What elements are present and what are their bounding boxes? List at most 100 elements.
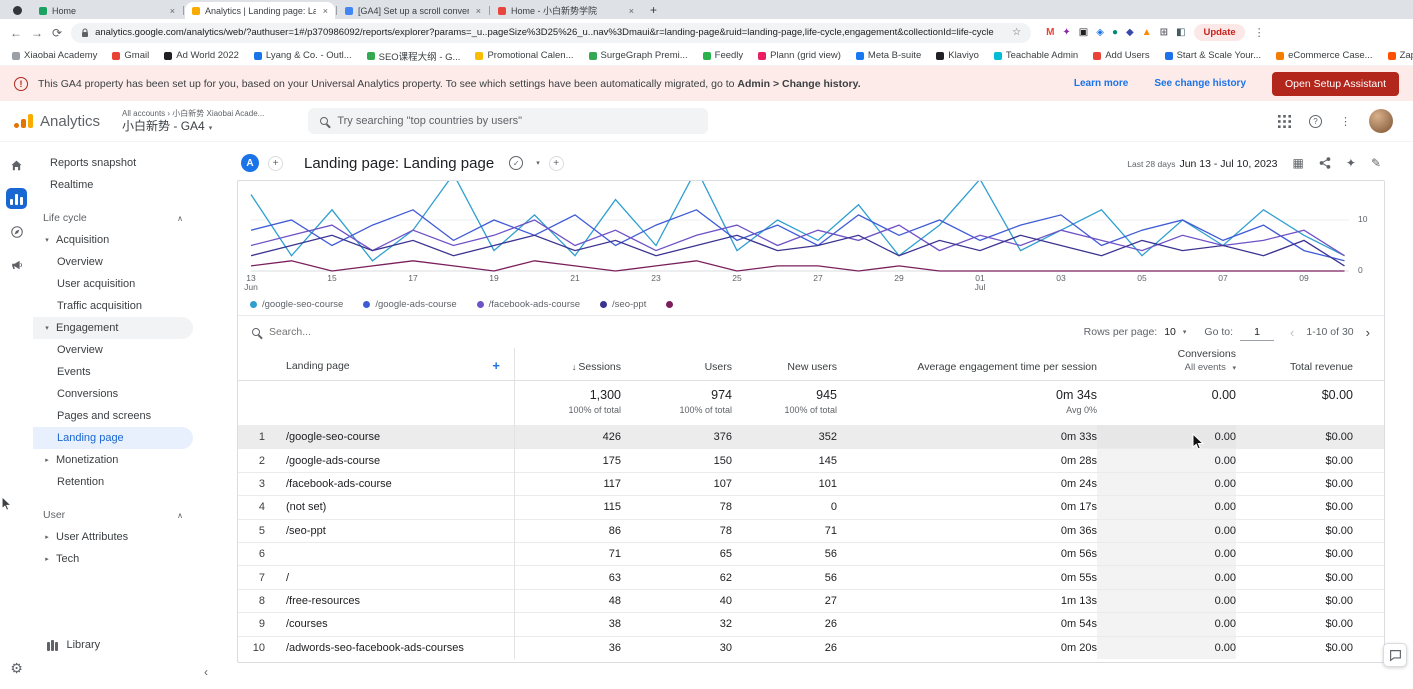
extension-icon[interactable]: ▣ [1079,28,1088,38]
column-header-sessions[interactable]: ↓Sessions [514,361,621,373]
apps-grid-icon[interactable] [1278,115,1291,128]
advertising-icon[interactable] [6,254,27,275]
sidebar-item-overview[interactable]: Overview [33,339,193,361]
browser-tab-ga4-set-up-a-scroll-conversi[interactable]: [GA4] Set up a scroll conversi× [338,2,488,19]
extension-icon[interactable]: M [1046,28,1054,38]
column-header-landing-page[interactable]: Landing page+ [278,358,514,373]
extension-icon[interactable]: ◧ [1176,28,1185,38]
column-header-users[interactable]: Users [621,361,732,373]
table-row-google-ads-course[interactable]: 2/google-ads-course1751501450m 28s0.00$0… [238,448,1384,471]
bookmark-start-scale-your[interactable]: Start & Scale Your... [1165,50,1262,61]
collapse-sidebar-icon[interactable]: ‹ [204,665,208,679]
sidebar-item-overview[interactable]: Overview [33,251,193,273]
segment-badge[interactable]: A [241,154,259,172]
ga-menu-icon[interactable]: ⋮ [1340,115,1351,128]
goto-page-input[interactable] [1240,323,1274,341]
bookmark-surgegraph-premi[interactable]: SurgeGraph Premi... [589,50,688,61]
open-setup-assistant-button[interactable]: Open Setup Assistant [1272,72,1399,96]
bookmark-seo-g[interactable]: SEO课程大纲 - G... [367,49,461,63]
chevron-down-icon[interactable]: ▾ [536,159,540,167]
bookmark-zap-history[interactable]: Zap History [1388,50,1413,61]
tab-close-icon[interactable]: × [168,6,175,16]
rows-per-page-value[interactable]: 10 [1164,326,1176,338]
sidebar-item-landing-page[interactable]: Landing page [33,427,193,449]
admin-gear-icon[interactable]: ⚙ [10,660,23,677]
sidebar-item-user-attributes[interactable]: ▸User Attributes [33,526,193,548]
date-range-value[interactable]: Jun 13 - Jul 10, 2023 [1179,158,1277,170]
browser-tab-home[interactable]: Home× [32,2,182,19]
column-header-new-users[interactable]: New users [732,361,837,373]
table-search[interactable] [252,326,1084,338]
learn-more-link[interactable]: Learn more [1074,78,1128,89]
new-tab-button[interactable]: + [650,3,657,17]
account-switcher[interactable]: All accounts › 小白新势 Xiaobai Acade... 小白新… [122,109,264,134]
back-icon[interactable]: ← [10,26,22,40]
bookmark-lyang-co-outl[interactable]: Lyang & Co. - Outl... [254,50,352,61]
table-row-adwords-seo-facebook-ads-courses[interactable]: 10/adwords-seo-facebook-ads-courses36302… [238,636,1384,659]
extension-icon[interactable]: ▲ [1142,28,1152,38]
sidebar-item-reports-snapshot[interactable]: Reports snapshot [33,152,193,174]
browser-tab-home[interactable]: Home - 小白新势学院× [491,2,641,19]
customize-report-icon[interactable]: ✎ [1371,156,1381,170]
tab-close-icon[interactable]: × [474,6,481,16]
home-icon[interactable] [6,155,27,176]
sidebar-item-retention[interactable]: Retention [33,471,193,493]
bookmark-klaviyo[interactable]: Klaviyo [936,50,979,61]
extension-icon[interactable]: ⊞ [1160,28,1168,38]
reports-icon[interactable] [6,188,27,209]
bookmark-promotional-calen[interactable]: Promotional Calen... [475,50,573,61]
previous-page-icon[interactable]: ‹ [1290,325,1294,340]
sidebar-item-library[interactable]: Library [47,639,100,651]
sidebar-item-pages-and-screens[interactable]: Pages and screens [33,405,193,427]
explore-icon[interactable] [6,221,27,242]
chrome-update-button[interactable]: Update [1194,24,1244,41]
bookmark-star-icon[interactable]: ☆ [1012,27,1021,38]
forward-icon[interactable]: → [31,26,43,40]
sidebar-item-realtime[interactable]: Realtime [33,174,193,196]
see-change-history-link[interactable]: See change history [1154,78,1246,89]
chevron-up-icon[interactable]: ∧ [177,511,183,520]
table-row-seo-ppt[interactable]: 5/seo-ppt8678710m 36s0.00$0.00 [238,519,1384,542]
extension-icon[interactable]: ✦ [1062,28,1070,38]
bookmark-xiaobai-academy[interactable]: Xiaobai Academy [12,50,97,61]
extension-icon[interactable]: ◆ [1126,28,1134,38]
chevron-up-icon[interactable]: ∧ [177,214,183,223]
chart-icon[interactable]: ▦ [1293,156,1304,170]
column-header-total-revenue[interactable]: Total revenue [1236,361,1353,373]
table-row-item[interactable]: 67165560m 56s0.00$0.00 [238,542,1384,565]
bookmark-ecommerce-case[interactable]: eCommerce Case... [1276,50,1372,61]
sidebar-item-tech[interactable]: ▸Tech [33,548,193,570]
feedback-button[interactable] [1383,643,1407,667]
extension-icon[interactable]: ◈ [1096,28,1104,38]
bookmark-meta-b-suite[interactable]: Meta B-suite [856,50,921,61]
table-row-google-seo-course[interactable]: 1/google-seo-course4263763520m 33s0.00$0… [238,425,1384,448]
table-row-item[interactable]: 7/6362560m 55s0.00$0.00 [238,565,1384,588]
table-row-courses[interactable]: 9/courses3832260m 54s0.00$0.00 [238,612,1384,635]
sidebar-item-user-acquisition[interactable]: User acquisition [33,273,193,295]
next-page-icon[interactable]: › [1366,325,1370,340]
tab-close-icon[interactable]: × [627,6,634,16]
column-header-conversions[interactable]: ConversionsAll events ▾ [1097,348,1236,373]
sidebar-item-traffic-acquisition[interactable]: Traffic acquisition [33,295,193,317]
browser-menu-icon[interactable]: ⋮ [1254,26,1265,39]
table-row-not-set[interactable]: 4(not set)1157800m 17s0.00$0.00 [238,495,1384,518]
address-bar[interactable]: analytics.google.com/analytics/web/?auth… [71,23,1031,43]
help-icon[interactable]: ? [1309,115,1322,128]
bookmark-feedly[interactable]: Feedly [703,50,744,61]
chevron-down-icon[interactable]: ▾ [1183,328,1187,336]
bookmark-ad-world-2022[interactable]: Ad World 2022 [164,50,239,61]
sidebar-item-events[interactable]: Events [33,361,193,383]
check-circle-icon[interactable]: ✓ [509,156,523,170]
sidebar-item-acquisition[interactable]: ▾Acquisition [33,229,193,251]
column-header-avg-engagement[interactable]: Average engagement time per session [837,361,1097,373]
bookmark-teachable-admin[interactable]: Teachable Admin [994,50,1078,61]
add-comparison-button[interactable]: + [268,156,283,171]
table-search-input[interactable] [269,326,509,338]
share-icon[interactable] [1319,157,1331,169]
tab-close-icon[interactable]: × [321,6,328,16]
reload-icon[interactable]: ⟳ [52,26,62,40]
browser-tab-analytics-landing-page-land[interactable]: Analytics | Landing page: Land× [185,2,335,19]
add-dimension-button[interactable]: + [492,358,500,373]
extension-icon[interactable]: ● [1112,28,1118,38]
bookmark-add-users[interactable]: Add Users [1093,50,1149,61]
